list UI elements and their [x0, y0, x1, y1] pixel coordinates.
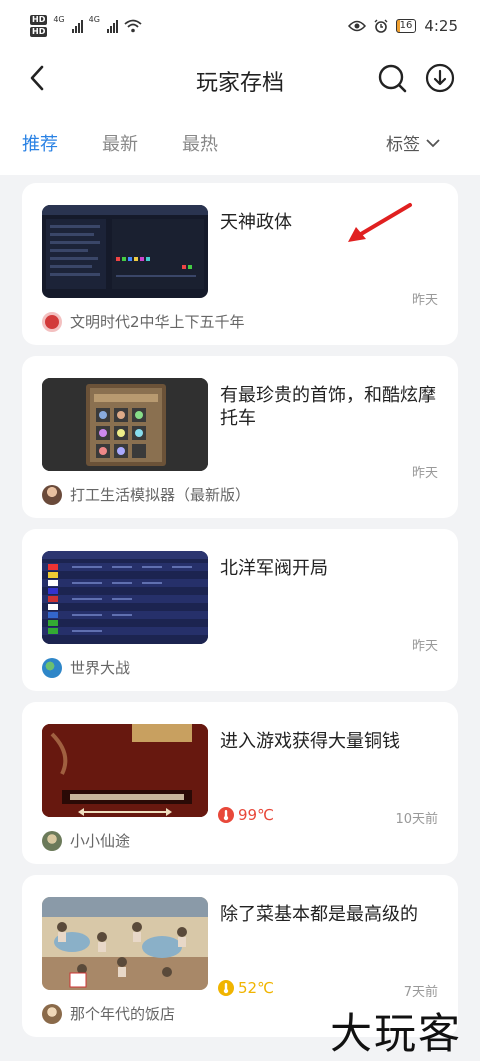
red-arrow-annotation [348, 203, 412, 242]
heat-indicator: 99℃ [218, 806, 274, 824]
page-title: 玩家存档 [195, 71, 284, 96]
hd-badge-2: HD [30, 27, 48, 37]
status-bar: HD HD 4G 4G 16 4:25 [0, 0, 480, 52]
hd-badge-1: HD [30, 15, 48, 25]
game-name: 文明时代2中华上下五千年 [70, 313, 245, 331]
save-card[interactable]: 进入游戏获得大量铜钱 99℃ 10天前 小小仙途 [22, 702, 458, 864]
save-thumbnail [42, 378, 208, 471]
save-thumbnail [42, 724, 208, 817]
tag-filter-label: 标签 [386, 135, 420, 155]
game-link[interactable]: 世界大战 [42, 657, 130, 678]
tab-latest[interactable]: 最新 [102, 130, 138, 156]
game-name: 小小仙途 [70, 832, 131, 850]
game-link[interactable]: 那个年代的饭店 [42, 1003, 175, 1024]
eye-icon [347, 20, 366, 32]
save-time: 昨天 [411, 466, 438, 481]
heat-indicator: 52℃ [218, 979, 274, 997]
download-button[interactable] [424, 62, 456, 94]
status-right: 16 4:25 [347, 17, 458, 35]
battery-icon: 16 [395, 19, 417, 33]
game-icon [42, 311, 62, 332]
save-card[interactable]: 北洋军阀开局 昨天 世界大战 [22, 529, 458, 691]
save-title: 北洋军阀开局 [220, 558, 328, 579]
wifi-icon [124, 19, 142, 33]
status-left: HD HD 4G 4G [30, 15, 142, 37]
chevron-down-icon [426, 138, 440, 147]
save-card[interactable]: 有最珍贵的首饰，和酷炫摩托车 昨天 打工生活模拟器（最新版） [22, 356, 458, 518]
save-thumbnail [42, 551, 208, 644]
game-link[interactable]: 打工生活模拟器（最新版） [42, 484, 250, 505]
game-link[interactable]: 文明时代2中华上下五千年 [42, 311, 245, 332]
hd-badges: HD HD [30, 15, 48, 37]
signal-icon-1 [71, 19, 83, 33]
save-time: 昨天 [411, 639, 438, 654]
game-icon [42, 484, 62, 505]
tag-filter-dropdown[interactable]: 标签 [386, 130, 440, 155]
game-name: 世界大战 [70, 659, 131, 677]
save-time: 7天前 [403, 985, 438, 1000]
search-icon [378, 64, 407, 93]
filter-tabs: 推荐 最新 最热 标签 [0, 107, 480, 175]
save-card[interactable]: 天神政体 昨天 文明时代2中华上下五千年 [22, 183, 458, 345]
game-name: 那个年代的饭店 [70, 1005, 176, 1023]
save-time: 昨天 [411, 293, 438, 308]
alarm-icon [374, 19, 388, 33]
save-thumbnail [42, 897, 208, 990]
save-thumbnail [42, 205, 208, 298]
watermark: 大玩客 [330, 1009, 463, 1058]
globe-icon [42, 657, 62, 678]
game-icon [42, 1003, 62, 1024]
signal-label-1: 4G [53, 15, 65, 24]
tab-recommended[interactable]: 推荐 [22, 130, 58, 156]
tab-hottest[interactable]: 最热 [182, 130, 218, 156]
signal-icon-2 [106, 19, 118, 33]
download-icon [425, 63, 455, 93]
game-name: 打工生活模拟器（最新版） [70, 486, 251, 504]
app-header: 玩家存档 [0, 52, 480, 107]
heat-value: 52℃ [238, 979, 274, 997]
save-title: 除了菜基本都是最高级的 [220, 904, 418, 925]
thermometer-icon [218, 980, 234, 996]
signal-label-2: 4G [88, 15, 100, 24]
save-title: 进入游戏获得大量铜钱 [220, 731, 400, 752]
thermometer-icon [218, 807, 234, 823]
save-title: 有最珍贵的首饰，和酷炫摩托车 [220, 385, 436, 429]
heat-value: 99℃ [238, 806, 274, 824]
game-link[interactable]: 小小仙途 [42, 830, 130, 851]
search-button[interactable] [376, 62, 408, 94]
game-icon [42, 830, 62, 851]
clock-time: 4:25 [424, 17, 458, 35]
save-time: 10天前 [395, 812, 438, 827]
